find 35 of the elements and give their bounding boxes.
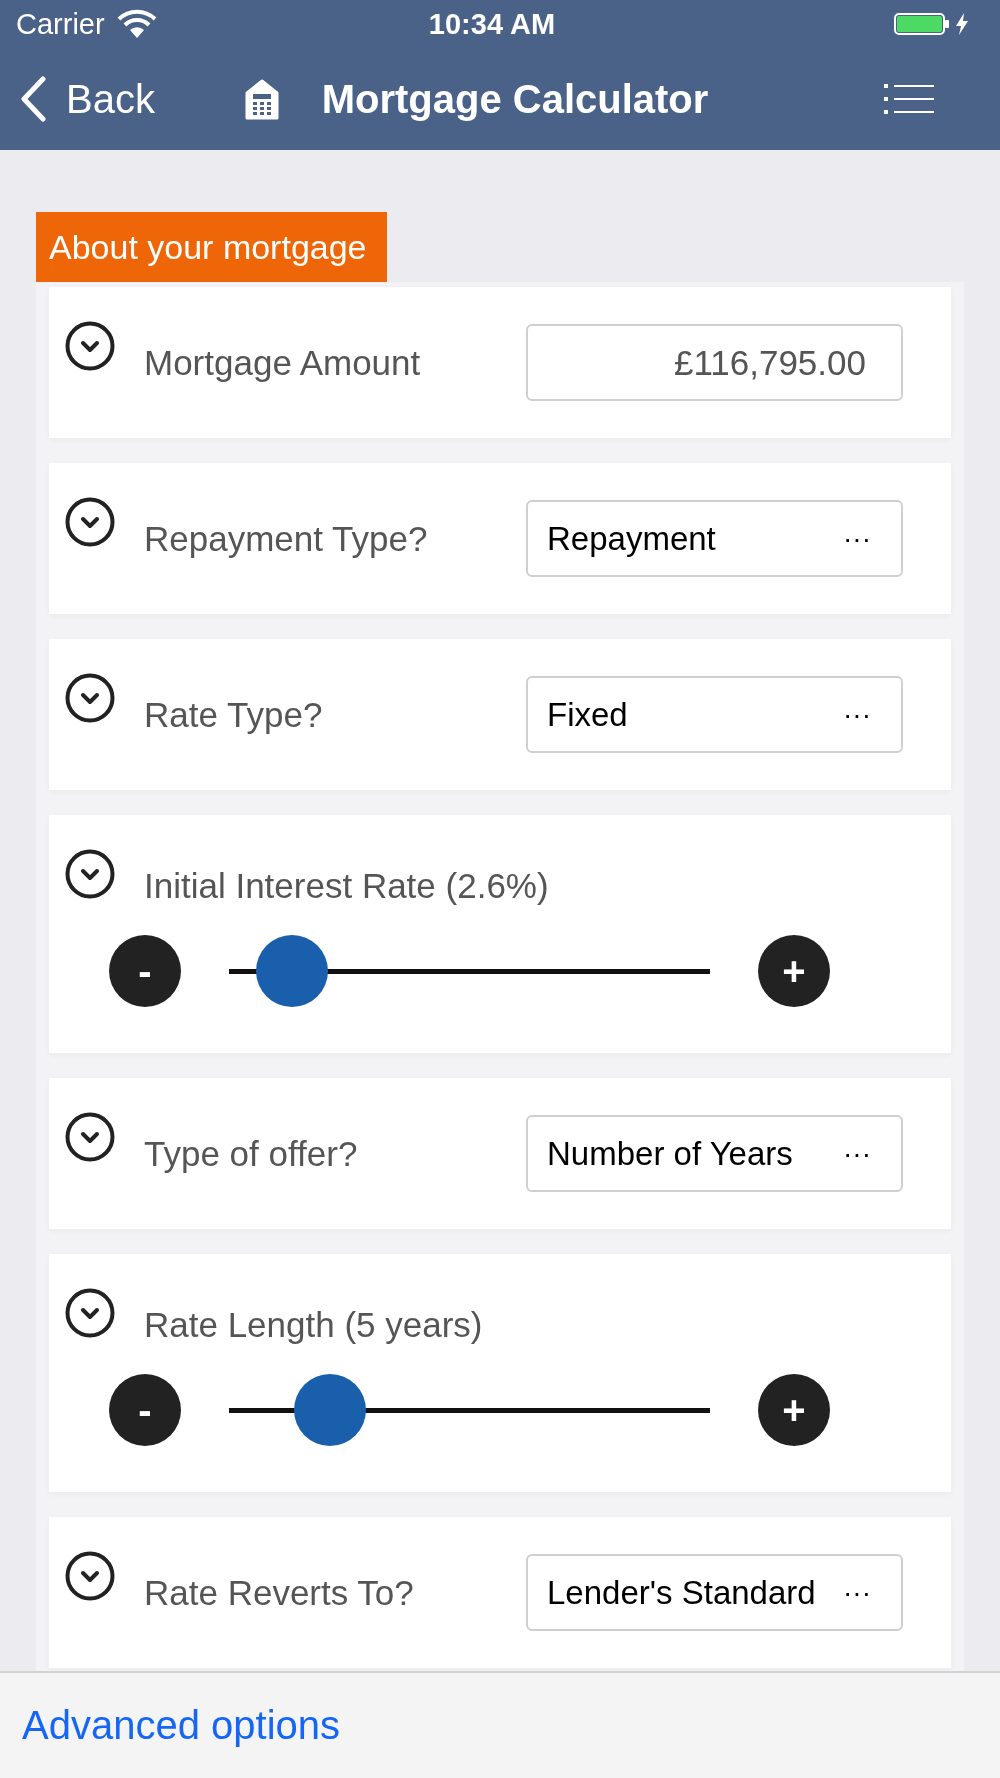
- decrease-button[interactable]: -: [109, 935, 181, 1007]
- amount-input[interactable]: £116,795.00: [526, 324, 903, 401]
- chevron-down-circle-icon[interactable]: [65, 1112, 115, 1162]
- decrease-button[interactable]: -: [109, 1374, 181, 1446]
- dropdown-field[interactable]: Number of Years ···: [526, 1115, 903, 1192]
- screen-title: Mortgage Calculator: [321, 76, 709, 122]
- increase-button[interactable]: +: [758, 935, 830, 1007]
- dropdown-field[interactable]: Lender's Standard ···: [526, 1554, 903, 1631]
- back-button[interactable]: Back: [19, 76, 155, 122]
- carrier-text: Carrier: [16, 7, 105, 41]
- chevron-left-icon: [19, 76, 47, 122]
- charging-bolt-icon: [956, 13, 968, 35]
- chevron-down-circle-icon[interactable]: [65, 1288, 115, 1338]
- dropdown-field[interactable]: Fixed ···: [526, 676, 903, 753]
- increase-button[interactable]: +: [758, 1374, 830, 1446]
- field-label: Repayment Type?: [144, 518, 429, 559]
- time-text: 10:34 AM: [428, 7, 556, 41]
- chevron-down-circle-icon[interactable]: [65, 497, 115, 547]
- field-label: Rate Reverts To?: [144, 1572, 415, 1613]
- field-label: Type of offer?: [144, 1133, 359, 1174]
- section-header: About your mortgage: [36, 212, 387, 282]
- chevron-down-circle-icon[interactable]: [65, 673, 115, 723]
- chevron-down-circle-icon[interactable]: [65, 321, 115, 371]
- field-label: Rate Type?: [144, 694, 324, 735]
- dropdown-field[interactable]: Repayment ···: [526, 500, 903, 577]
- wifi-icon: [115, 9, 158, 39]
- chevron-down-circle-icon[interactable]: [65, 849, 115, 899]
- menu-icon[interactable]: [884, 84, 934, 114]
- field-label: Mortgage Amount: [144, 342, 422, 383]
- advanced-options-link[interactable]: Advanced options: [22, 1703, 340, 1748]
- field-label: Initial Interest Rate (2.6%): [144, 866, 550, 906]
- chevron-down-circle-icon[interactable]: [65, 1551, 115, 1601]
- field-label: Rate Length (5 years): [144, 1305, 484, 1345]
- battery-icon: [894, 13, 950, 35]
- home-calculator-icon[interactable]: [244, 78, 279, 120]
